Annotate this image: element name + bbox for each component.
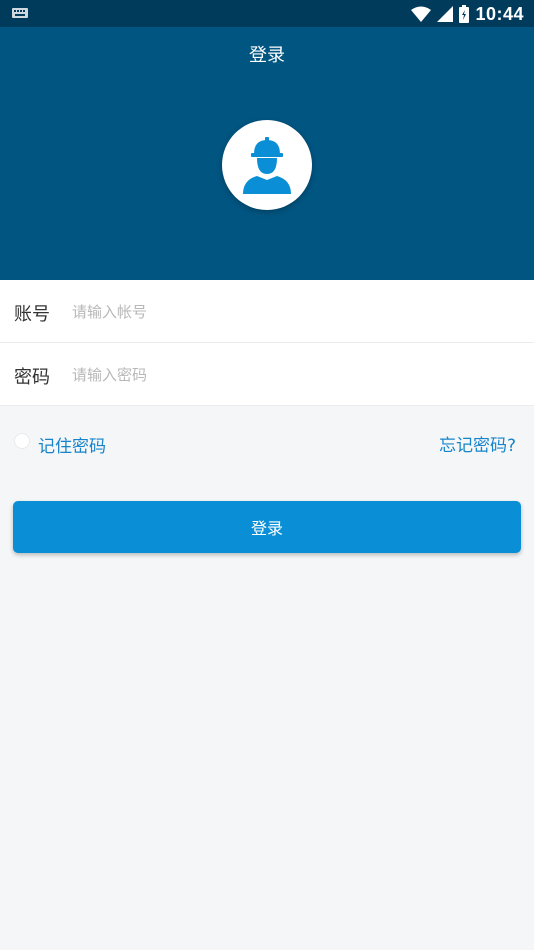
- account-row: 账号: [0, 280, 534, 343]
- login-options: 记住密码 忘记密码?: [0, 430, 534, 457]
- avatar: [222, 120, 312, 210]
- login-button[interactable]: 登录: [13, 501, 521, 553]
- signal-icon: [437, 6, 454, 22]
- status-bar: 10:44: [0, 0, 534, 27]
- account-label: 账号: [14, 304, 50, 325]
- status-time: 10:44: [475, 3, 524, 24]
- login-form: 账号 密码: [0, 280, 534, 406]
- worker-helmet-icon: [243, 137, 291, 194]
- remember-password-label[interactable]: 记住密码: [38, 432, 106, 457]
- account-input[interactable]: [70, 294, 514, 330]
- forgot-password-link[interactable]: 忘记密码?: [439, 431, 516, 456]
- remember-password-checkbox[interactable]: [14, 433, 30, 449]
- password-input[interactable]: [70, 357, 514, 393]
- wifi-icon: [411, 6, 432, 22]
- login-header: 登录: [0, 27, 534, 280]
- battery-icon: [459, 5, 470, 23]
- keyboard-icon: [12, 8, 28, 18]
- password-label: 密码: [14, 367, 50, 388]
- page-title: 登录: [249, 45, 285, 66]
- password-row: 密码: [0, 343, 534, 406]
